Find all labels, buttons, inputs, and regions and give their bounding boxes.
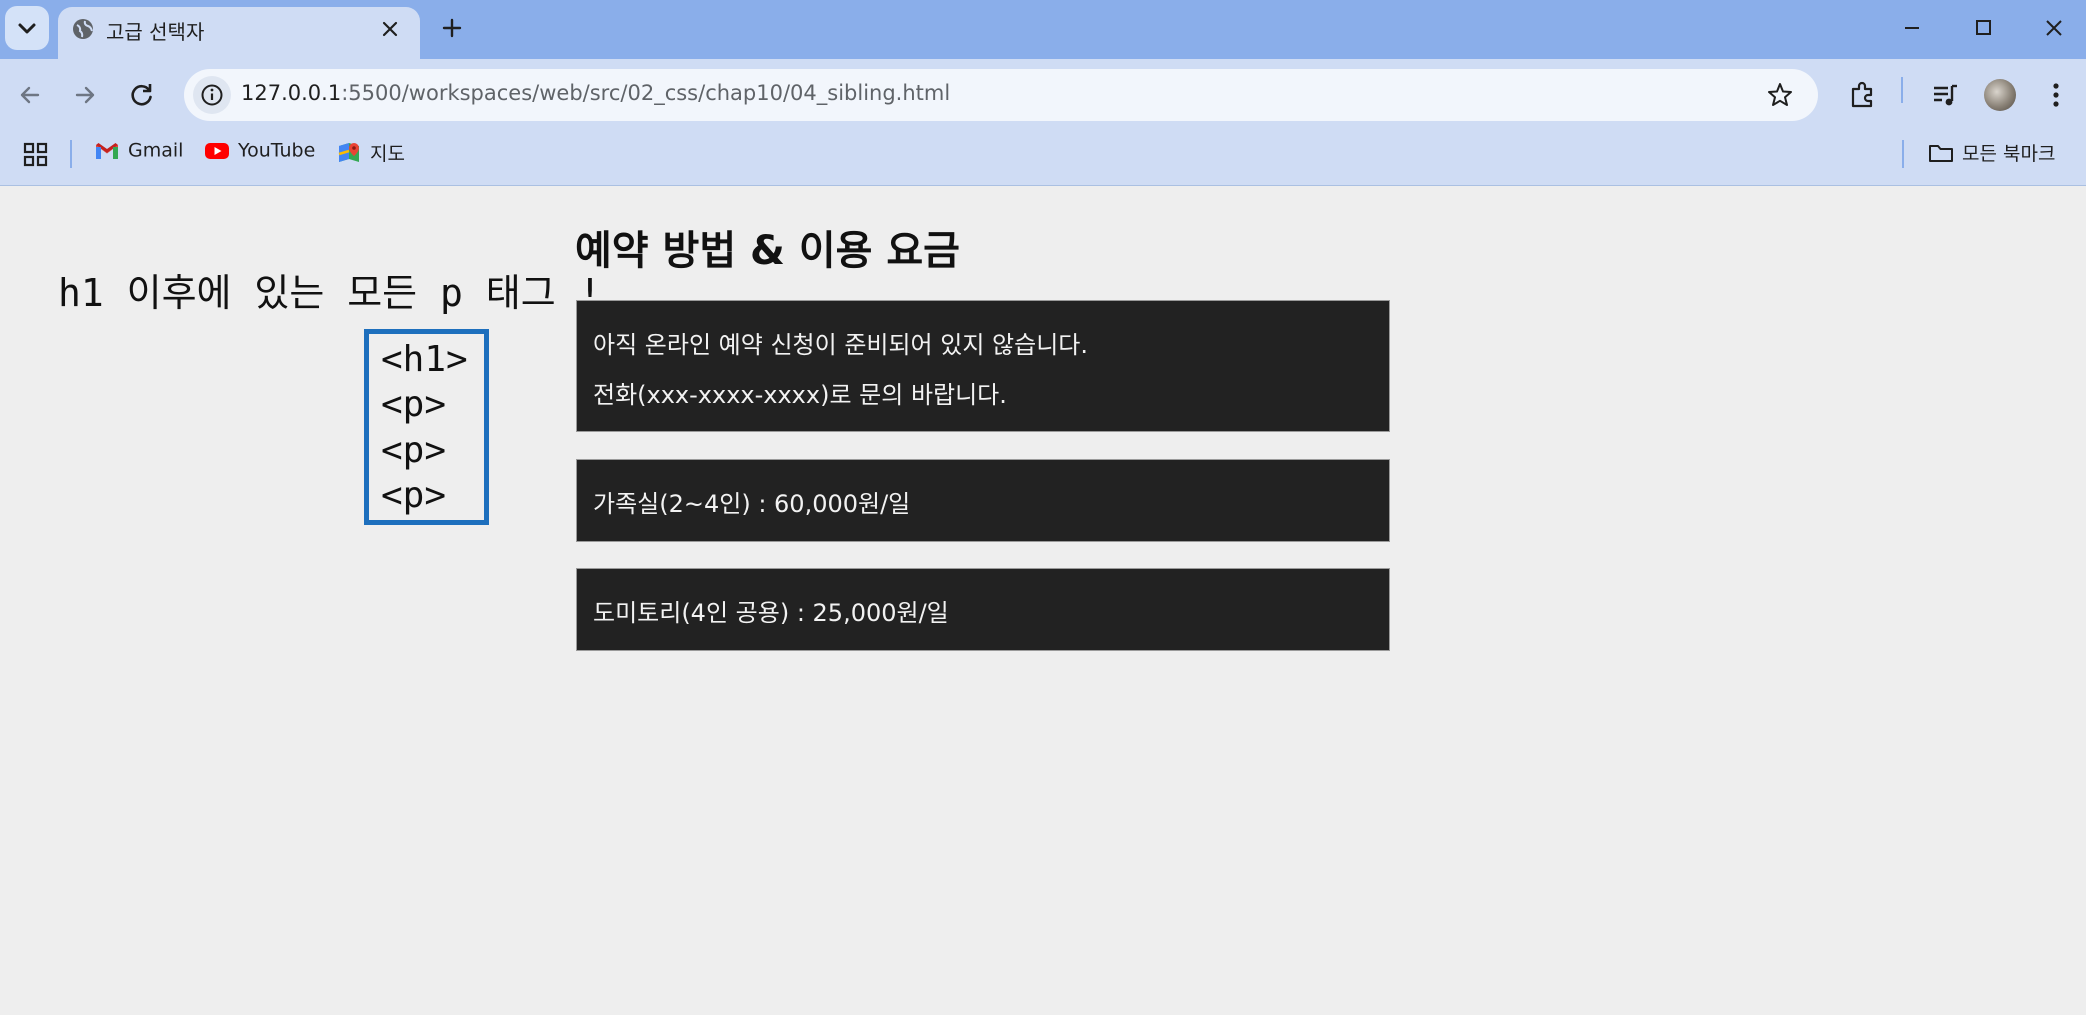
url-host: 127.0.0.1 (241, 81, 342, 105)
all-bookmarks-button[interactable]: 모든 북마크 (1928, 139, 2055, 169)
tab-title: 고급 선택자 (106, 20, 205, 44)
close-tab-icon[interactable] (374, 13, 406, 45)
more-menu-icon[interactable] (2036, 75, 2076, 115)
toolbar-separator (1901, 77, 1903, 103)
tab-search-button[interactable] (5, 6, 49, 50)
bookmarks-separator (1902, 140, 1904, 168)
apps-grid-icon[interactable] (22, 141, 50, 169)
site-info-button[interactable] (193, 76, 231, 114)
box-text: 전화(xxx-xxxx-xxxx)로 문의 바랍니다. (593, 381, 1007, 409)
annotation-tag-box: <h1> <p> <p> <p> (364, 329, 489, 525)
bookmark-maps[interactable]: 지도 (336, 139, 405, 169)
media-controls-icon[interactable] (1925, 75, 1965, 115)
gmail-icon (96, 142, 118, 159)
tab-strip: 고급 선택자 (0, 0, 2086, 59)
youtube-icon (205, 142, 229, 159)
forward-icon[interactable] (65, 75, 105, 115)
bookmark-label: YouTube (238, 139, 316, 162)
price-box-dormitory: 도미토리(4인 공용) : 25,000원/일 (576, 568, 1390, 651)
bookmarks-separator (70, 140, 72, 168)
new-tab-icon[interactable] (436, 12, 468, 44)
tag-label: <p> (381, 475, 447, 516)
bookmark-star-icon[interactable] (1766, 81, 1794, 109)
annotation-caption: h1 이후에 있는 모든 p 태그 ! (58, 271, 602, 315)
url-path: :5500/workspaces/web/src/02_css/chap10/0… (341, 81, 951, 105)
tag-label: <p> (381, 384, 447, 425)
notice-box: 아직 온라인 예약 신청이 준비되어 있지 않습니다. 전화(xxx-xxxx-… (576, 300, 1390, 432)
box-text: 아직 온라인 예약 신청이 준비되어 있지 않습니다. (593, 331, 1089, 359)
bookmark-label: Gmail (128, 139, 184, 162)
tag-label: <p> (381, 430, 447, 471)
bookmark-youtube[interactable]: YouTube (204, 139, 315, 169)
maximize-icon[interactable] (1963, 12, 2003, 44)
browser-toolbar: 127.0.0.1:5500/workspaces/web/src/02_css… (0, 59, 2086, 124)
profile-avatar[interactable] (1984, 79, 2016, 111)
page-heading: 예약 방법 & 이용 요금 (575, 228, 960, 274)
all-bookmarks-label: 모든 북마크 (1962, 143, 2056, 165)
folder-icon (1929, 144, 1953, 162)
url-text: 127.0.0.1:5500/workspaces/web/src/02_css… (241, 81, 950, 105)
minimize-icon[interactable] (1892, 12, 1932, 44)
tag-label: <h1> (381, 339, 468, 380)
bookmark-label: 지도 (370, 143, 405, 165)
reload-icon[interactable] (122, 75, 162, 115)
active-tab[interactable]: 고급 선택자 (58, 7, 420, 59)
box-text: 가족실(2~4인) : 60,000원/일 (593, 490, 911, 518)
globe-icon (73, 19, 93, 39)
bookmarks-bar: Gmail YouTube 지도 모든 북마크 (0, 124, 2086, 186)
bookmark-gmail[interactable]: Gmail (94, 139, 183, 169)
box-text: 도미토리(4인 공용) : 25,000원/일 (593, 599, 949, 627)
info-icon (201, 84, 223, 106)
close-window-icon[interactable] (2034, 12, 2074, 44)
price-box-family-room: 가족실(2~4인) : 60,000원/일 (576, 459, 1390, 542)
chevron-down-icon (18, 23, 36, 34)
back-icon[interactable] (10, 75, 50, 115)
extensions-icon[interactable] (1842, 75, 1882, 115)
address-bar[interactable]: 127.0.0.1:5500/workspaces/web/src/02_css… (184, 69, 1818, 121)
maps-icon (338, 142, 359, 162)
